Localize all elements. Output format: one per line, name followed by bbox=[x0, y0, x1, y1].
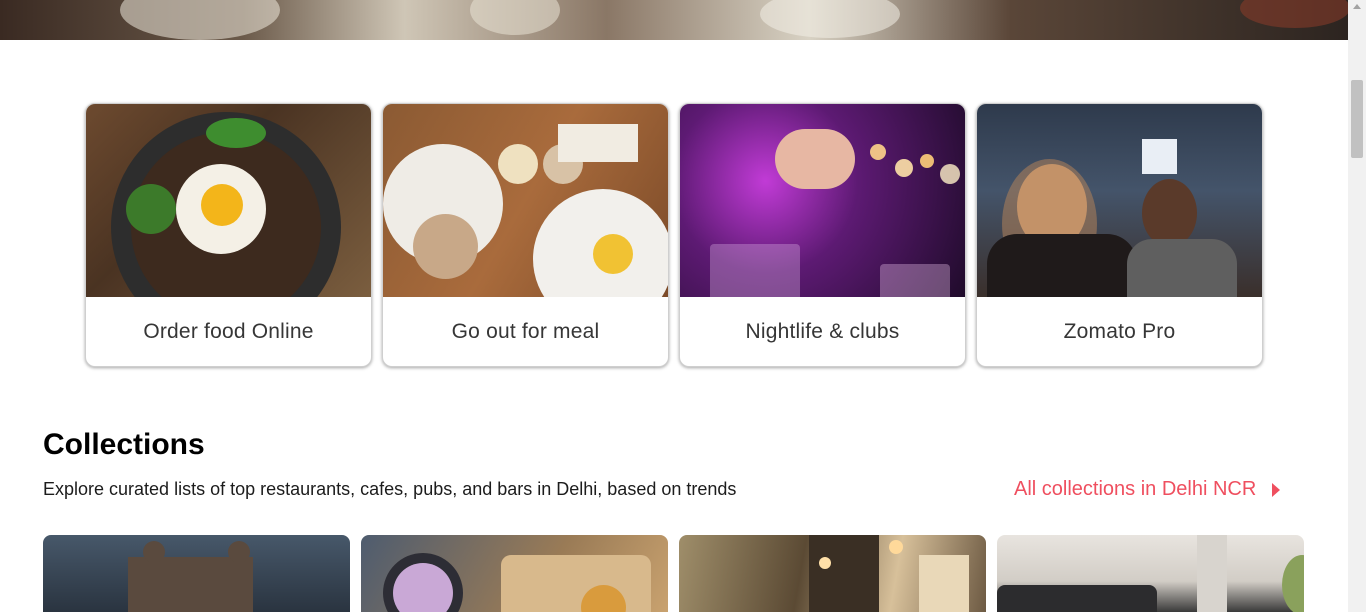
scrollbar-thumb[interactable] bbox=[1351, 80, 1363, 158]
collections-title: Collections bbox=[43, 428, 205, 461]
order-food-image bbox=[86, 104, 371, 297]
vertical-scrollbar[interactable] bbox=[1348, 0, 1366, 612]
category-card-nightlife[interactable]: Nightlife & clubs bbox=[679, 103, 966, 367]
collection-card[interactable] bbox=[43, 535, 350, 612]
category-label: Nightlife & clubs bbox=[745, 319, 900, 343]
category-label: Order food Online bbox=[143, 319, 314, 343]
category-label: Zomato Pro bbox=[1063, 319, 1176, 343]
category-card-zomato-pro[interactable]: Zomato Pro bbox=[976, 103, 1263, 367]
go-out-image bbox=[383, 104, 668, 297]
hero-banner-image bbox=[0, 0, 1348, 40]
all-collections-link[interactable]: All collections in Delhi NCR bbox=[1014, 478, 1281, 501]
collections-subtitle: Explore curated lists of top restaurants… bbox=[43, 479, 737, 499]
all-collections-label: All collections in Delhi NCR bbox=[1014, 478, 1257, 500]
collection-card[interactable] bbox=[997, 535, 1304, 612]
category-card-order-food[interactable]: Order food Online bbox=[85, 103, 372, 367]
caret-right-icon bbox=[1272, 482, 1281, 497]
category-card-go-out[interactable]: Go out for meal bbox=[382, 103, 669, 367]
category-label: Go out for meal bbox=[451, 319, 600, 343]
collection-card[interactable] bbox=[361, 535, 668, 612]
collection-card[interactable] bbox=[679, 535, 986, 612]
nightlife-image bbox=[680, 104, 965, 297]
zomato-pro-image bbox=[977, 104, 1262, 297]
scroll-up-icon[interactable] bbox=[1353, 4, 1361, 9]
